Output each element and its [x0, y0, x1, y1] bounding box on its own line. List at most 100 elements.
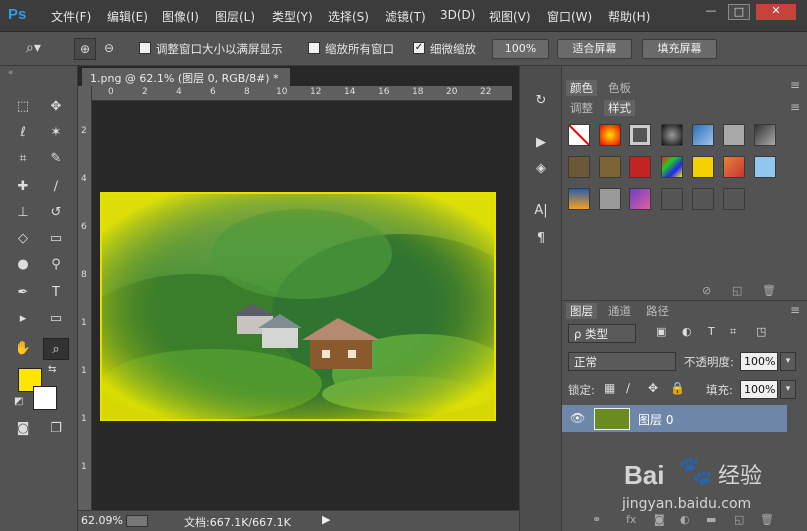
- panel-menu-icon[interactable]: ≡: [790, 100, 800, 114]
- default-colors-icon[interactable]: ◩: [14, 396, 23, 407]
- lasso-icon[interactable]: ℓ: [12, 122, 34, 144]
- opacity-input[interactable]: 100%: [740, 352, 778, 371]
- tab-adjustments[interactable]: 调整: [566, 100, 597, 116]
- menu-edit[interactable]: 编辑(E): [107, 8, 148, 25]
- background-color-swatch[interactable]: [33, 386, 57, 410]
- style-swatch[interactable]: [568, 188, 590, 210]
- pen-icon[interactable]: ✒: [12, 282, 34, 304]
- menu-help[interactable]: 帮助(H): [608, 8, 650, 25]
- tab-paths[interactable]: 路径: [642, 303, 673, 319]
- style-swatch[interactable]: [599, 156, 621, 178]
- healing-brush-icon[interactable]: ✚: [12, 176, 34, 198]
- properties-icon[interactable]: ◈: [530, 158, 552, 180]
- tab-color[interactable]: 颜色: [566, 80, 597, 96]
- history-brush-icon[interactable]: ↺: [45, 202, 67, 224]
- maximize-button[interactable]: □: [728, 4, 750, 20]
- character-icon[interactable]: A|: [530, 200, 552, 222]
- clone-stamp-icon[interactable]: ⊥: [12, 202, 34, 224]
- rectangle-icon[interactable]: ▭: [45, 308, 67, 330]
- zoom-out-icon[interactable]: ⊖: [98, 38, 120, 60]
- layer-thumbnail[interactable]: [594, 408, 630, 430]
- tab-layers[interactable]: 图层: [566, 303, 597, 319]
- document-tab[interactable]: 1.png @ 62.1% (图层 0, RGB/8#) * ×: [82, 68, 290, 99]
- style-swatch[interactable]: [599, 124, 621, 146]
- style-swatch[interactable]: [754, 156, 776, 178]
- status-menu-icon[interactable]: ▶: [322, 513, 330, 526]
- screen-mode-icon[interactable]: ❐: [45, 418, 67, 440]
- resize-windows-checkbox[interactable]: [139, 42, 151, 54]
- gradient-icon[interactable]: ▭: [45, 228, 67, 250]
- style-swatch[interactable]: [599, 188, 621, 210]
- style-swatch[interactable]: [692, 188, 714, 210]
- style-none-swatch[interactable]: [568, 124, 590, 146]
- path-select-icon[interactable]: ▸: [12, 308, 34, 330]
- fill-input[interactable]: 100%: [740, 380, 778, 399]
- tab-styles[interactable]: 样式: [604, 100, 635, 116]
- zoom-level[interactable]: 62.09%: [81, 514, 123, 527]
- eraser-icon[interactable]: ◇: [12, 228, 34, 250]
- delete-style-icon[interactable]: 🗑: [762, 284, 776, 297]
- scrubby-zoom-checkbox[interactable]: ✓: [413, 42, 425, 54]
- menu-select[interactable]: 选择(S): [328, 8, 369, 25]
- type-icon[interactable]: T: [45, 282, 67, 304]
- menu-window[interactable]: 窗口(W): [547, 8, 592, 25]
- style-swatch[interactable]: [692, 156, 714, 178]
- style-swatch[interactable]: [629, 124, 651, 146]
- blend-mode-select[interactable]: 正常: [568, 352, 676, 371]
- filter-type-icon[interactable]: T: [708, 325, 715, 338]
- visibility-eye-icon[interactable]: 👁: [570, 411, 585, 425]
- style-swatch[interactable]: [629, 156, 651, 178]
- menu-image[interactable]: 图像(I): [162, 8, 199, 25]
- marquee-icon[interactable]: ⬚: [12, 96, 34, 118]
- collapse-icon[interactable]: «: [8, 68, 14, 78]
- menu-filter[interactable]: 滤镜(T): [385, 8, 426, 25]
- menu-type[interactable]: 类型(Y): [272, 8, 313, 25]
- zoom-tool-icon[interactable]: ⌕▾: [26, 40, 41, 56]
- filter-smart-icon[interactable]: ◳: [756, 325, 766, 338]
- style-swatch[interactable]: [661, 188, 683, 210]
- style-swatch[interactable]: [692, 124, 714, 146]
- crop-icon[interactable]: ⌗: [12, 148, 34, 170]
- minimize-button[interactable]: —: [700, 4, 722, 20]
- lock-position-icon[interactable]: ✥: [648, 381, 658, 395]
- style-swatch[interactable]: [723, 124, 745, 146]
- eyedropper-icon[interactable]: ✎: [45, 148, 67, 170]
- menu-file[interactable]: 文件(F): [51, 8, 91, 25]
- menu-layer[interactable]: 图层(L): [215, 8, 255, 25]
- lock-all-icon[interactable]: 🔒: [670, 381, 685, 395]
- style-swatch[interactable]: [661, 124, 683, 146]
- tab-swatches[interactable]: 色板: [604, 80, 635, 96]
- move-icon[interactable]: ✥: [45, 96, 67, 118]
- filter-kind-select[interactable]: ρ 类型: [568, 324, 636, 343]
- lock-transparent-icon[interactable]: ▦: [604, 381, 615, 395]
- hand-icon[interactable]: ✋: [12, 338, 34, 360]
- panel-menu-icon[interactable]: ≡: [790, 303, 800, 317]
- link-layers-icon[interactable]: ⚭: [592, 513, 601, 526]
- swap-colors-icon[interactable]: ⇆: [48, 364, 56, 375]
- style-swatch[interactable]: [629, 188, 651, 210]
- clear-style-icon[interactable]: ⊘: [702, 284, 711, 297]
- blur-icon[interactable]: ●: [12, 254, 34, 276]
- zoom-all-windows-checkbox[interactable]: [308, 42, 320, 54]
- tab-channels[interactable]: 通道: [604, 303, 635, 319]
- document-image[interactable]: [72, 194, 532, 419]
- fill-dropdown-icon[interactable]: ▾: [780, 380, 796, 399]
- quick-mask-icon[interactable]: ◙: [12, 418, 34, 440]
- lock-image-icon[interactable]: ∕: [626, 381, 630, 395]
- menu-3d[interactable]: 3D(D): [440, 8, 475, 22]
- style-swatch[interactable]: [754, 124, 776, 146]
- menu-view[interactable]: 视图(V): [489, 8, 531, 25]
- layer-name[interactable]: 图层 0: [638, 411, 673, 428]
- zoom-100-button[interactable]: 100%: [492, 39, 549, 59]
- status-icon[interactable]: [126, 515, 148, 527]
- paragraph-icon[interactable]: ¶: [530, 228, 552, 250]
- actions-icon[interactable]: ▶: [530, 132, 552, 154]
- fill-screen-button[interactable]: 填充屏幕: [642, 39, 717, 59]
- style-swatch[interactable]: [568, 156, 590, 178]
- style-swatch[interactable]: [661, 156, 683, 178]
- fit-screen-button[interactable]: 适合屏幕: [557, 39, 632, 59]
- panel-menu-icon[interactable]: ≡: [790, 78, 800, 92]
- filter-adjust-icon[interactable]: ◐: [682, 325, 692, 338]
- dodge-icon[interactable]: ⚲: [45, 254, 67, 276]
- zoom-icon[interactable]: ⌕: [43, 338, 69, 360]
